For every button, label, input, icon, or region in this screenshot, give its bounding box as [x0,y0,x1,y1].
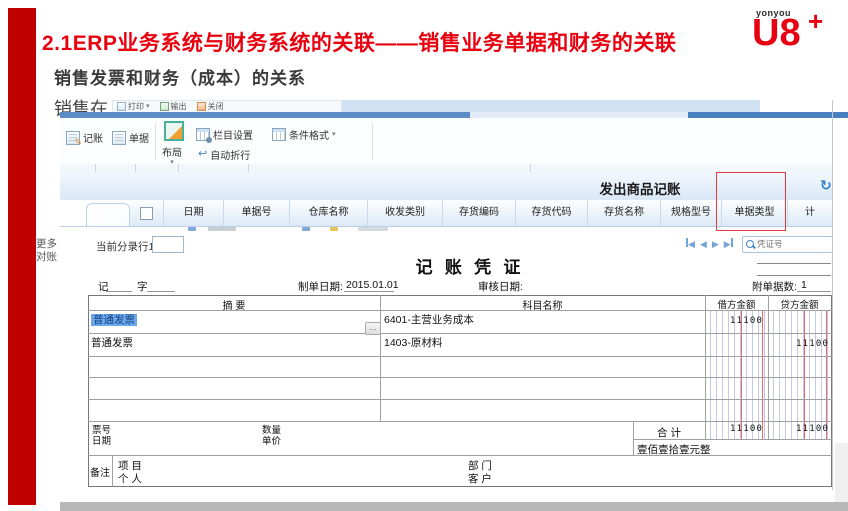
voucher-cell-account[interactable]: 6401-主营业务成本 [384,312,474,327]
column-header-unit[interactable]: 计 [788,200,832,226]
nav-first-button[interactable]: ◀ [686,238,695,250]
partial-row [330,227,338,231]
clipped-text-reconcile: 对账 [36,249,57,262]
nav-next-button[interactable]: ▶ [712,239,719,250]
right-edge-strip [835,443,848,502]
grid-corner-tab[interactable] [86,203,130,227]
column-header-docno[interactable]: 单据号 [224,200,290,226]
column-header-category[interactable]: 收发类别 [368,200,443,226]
remark-label: 备注 [90,464,110,479]
voucher-col-credit: 贷方金额 [768,297,831,311]
attach-count-label: 附单据数: [752,279,797,294]
clipped-text-more: 更多 [36,236,57,249]
close-button[interactable]: 关闭 [197,101,224,112]
column-header-warehouse[interactable]: 仓库名称 [290,200,368,226]
auto-wrap-button[interactable]: ↩ 自动折行 [198,147,250,162]
record-navigation: ◀ ◀ ▶ ▶ [686,238,733,250]
select-all-checkbox[interactable] [140,207,153,220]
made-date-label: 制单日期: [298,279,343,294]
debit-ruling [705,310,768,439]
slide-accent-bar [8,8,36,505]
partial-row [208,227,236,231]
column-header-invid[interactable]: 存货代码 [516,200,588,226]
document-icon [112,131,126,145]
voucher-title: 记 账 凭 证 [370,253,570,278]
voucher-col-account: 科目名称 [380,297,705,312]
condfmt-dropdown-icon[interactable]: ▾ [332,131,336,138]
export-button[interactable]: 输出 [160,101,187,112]
voucher-col-summary: 摘 要 [88,297,380,312]
attach-count-value: 1 [801,279,807,291]
audit-date-label: 审核日期: [478,279,523,294]
partial-grid-row [60,164,832,172]
voucher-word-label: 字 [137,279,148,294]
signature-line [757,275,831,276]
column-header-invcode[interactable]: 存货编码 [443,200,516,226]
layout-icon[interactable] [164,121,184,141]
total-credit: 11100 [796,424,829,434]
price-label: 单价 [262,433,281,447]
remark-customer: 客 户 [468,471,492,486]
voucher-cell-debit[interactable]: 11100 [730,316,763,326]
search-icon [746,240,754,248]
entry-row-input[interactable] [152,236,184,253]
document-button[interactable]: 单据 [112,130,149,145]
credit-ruling [768,310,831,439]
slide-title: 2.1ERP业务系统与财务系统的关联——销售业务单据和财务的关联 [42,27,747,57]
voucher-search-box[interactable] [742,236,833,253]
reference-ellipsis-button[interactable]: … [365,322,381,335]
logo-u8-text: U8 [752,14,801,52]
search-input[interactable] [757,238,827,249]
annotation-red-rectangle [716,172,786,231]
nav-prev-button[interactable]: ◀ [700,239,707,250]
voucher-cell-summary[interactable]: 普通发票 [91,312,137,327]
partial-row [188,227,196,231]
conditional-format-button[interactable]: 条件格式 ▾ [272,127,336,142]
window-right-border [832,100,833,490]
partial-row [358,227,388,231]
slide-subtitle: 销售发票和财务（成本）的关系 [54,64,306,89]
print-button[interactable]: 打印 ▾ [117,101,150,112]
voucher-col-debit: 借方金额 [705,297,768,311]
layout-button[interactable]: 布局 ▾ [162,144,182,166]
column-header-date[interactable]: 日期 [164,200,224,226]
grid-title: 发出商品记账 [550,178,730,198]
column-settings-button[interactable]: 栏目设置 [196,127,253,142]
voucher-cell-credit[interactable]: 11100 [796,339,829,349]
column-header-spec[interactable]: 规格型号 [661,200,722,226]
post-button[interactable]: ✎ 记账 [66,130,103,145]
yonyou-u8-logo: yonyou U8 + [750,6,836,60]
print-dropdown-icon[interactable]: ▾ [146,103,150,110]
remark-person: 个 人 [118,471,142,486]
signature-line [757,263,831,264]
export-icon [160,102,169,111]
voucher-cell-account[interactable]: 1403-原材料 [384,335,442,350]
column-settings-icon [196,128,210,141]
total-debit: 11100 [730,424,763,434]
bill-date-label: 日期 [92,433,111,447]
slide-bottom-bar [60,502,848,511]
conditional-format-icon [272,128,286,141]
close-icon [197,102,206,111]
auto-wrap-icon: ↩ [198,149,207,160]
slide-page: 2.1ERP业务系统与财务系统的关联——销售业务单据和财务的关联 yonyou … [0,0,848,511]
refresh-icon[interactable]: ↻ [820,177,832,194]
partial-row [302,227,310,231]
total-label: 合 计 [633,425,705,440]
toolbar-divider [155,122,156,160]
post-icon: ✎ [66,131,80,145]
print-icon [117,102,126,111]
column-header-invname[interactable]: 存货名称 [588,200,661,226]
ribbon-toolbar: ✎ 记账 单据 布局 ▾ 栏目设置 ↩ 自动折行 条件格式 ▾ [60,118,832,166]
voucher-cell-summary[interactable]: 普通发票 [91,335,133,350]
logo-plus-text: + [808,8,823,34]
nav-last-button[interactable]: ▶ [724,238,733,250]
amount-in-words: 壹佰壹拾壹元整 [637,442,711,457]
toolbar-divider [372,122,373,160]
current-entry-row-label: 当前分录行1 [96,239,154,254]
made-date-value: 2015.01.01 [346,279,399,291]
